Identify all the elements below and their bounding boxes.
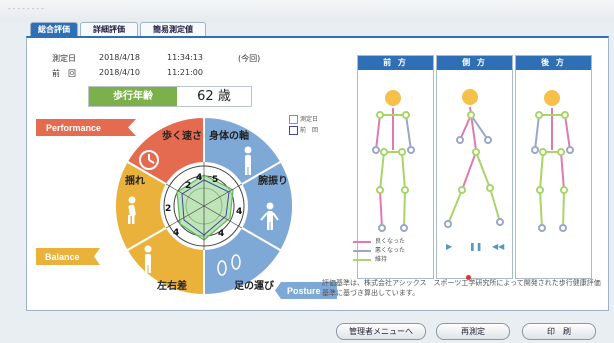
legend-improved: 良くなった: [353, 237, 405, 246]
admin-menu-button[interactable]: 管理者メニューへ: [336, 323, 426, 340]
legend-maintained-label: 維持: [375, 256, 388, 263]
legend-maintained: 維持: [353, 255, 405, 264]
pause-icon[interactable]: ❚❚: [469, 242, 482, 251]
front-skeleton: [372, 90, 415, 232]
legend-improved-label: 良くなった: [375, 238, 406, 245]
legend-worsened-label: 悪くなった: [375, 247, 406, 254]
rewind-icon[interactable]: ◀◀: [492, 242, 504, 251]
remeasure-button[interactable]: 再測定: [436, 323, 510, 340]
side-skeleton: [444, 89, 504, 228]
back-skeleton: [531, 90, 574, 232]
legend-worsened: 悪くなった: [353, 246, 405, 255]
play-icon[interactable]: ▶: [446, 242, 452, 251]
posture-legend: 良くなった 悪くなった 維持: [353, 237, 405, 264]
evaluation-note: 評価基準は、株式会社アシックス スポーツ工学研究所によって開発された歩行健康評価…: [322, 279, 601, 297]
print-button[interactable]: 印 刷: [522, 323, 596, 340]
